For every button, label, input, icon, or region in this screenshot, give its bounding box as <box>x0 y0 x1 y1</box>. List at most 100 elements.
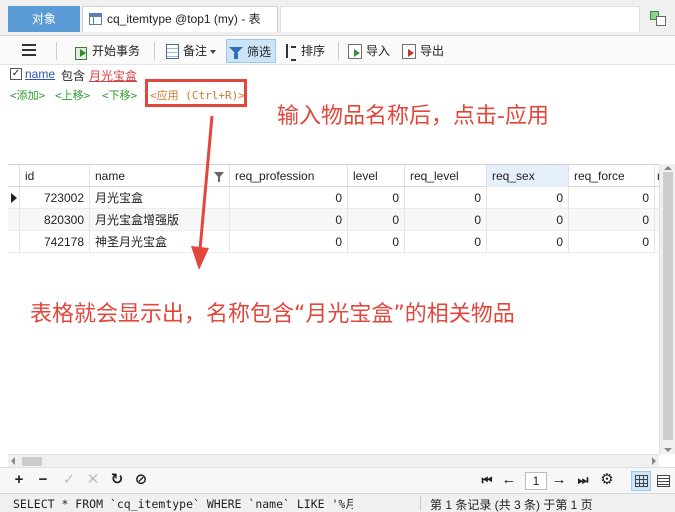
last-page-icon[interactable]: ⏭ <box>574 471 592 489</box>
form-view-button[interactable] <box>653 471 673 491</box>
column-header-id[interactable]: id <box>20 165 90 187</box>
horizontal-scroll-thumb[interactable] <box>22 457 42 466</box>
menu-icon[interactable] <box>22 44 36 56</box>
form-view-icon <box>657 475 670 487</box>
cell-req-profession[interactable]: 0 <box>230 187 348 209</box>
grid-view-icon <box>635 475 648 487</box>
toolbar-divider <box>338 42 339 60</box>
filter-icon <box>229 46 243 60</box>
check-icon[interactable]: ✓ <box>60 471 78 489</box>
cross-icon[interactable]: ✕ <box>84 471 102 489</box>
cell-req-profession[interactable]: 0 <box>230 209 348 231</box>
cell-req-force[interactable]: 0 <box>569 187 655 209</box>
cell-req-level[interactable]: 0 <box>405 209 487 231</box>
status-record-info: 第 1 条记录 (共 3 条) 于第 1 页 <box>430 498 593 512</box>
prev-page-icon[interactable]: ← <box>500 471 518 489</box>
memo-button[interactable]: 备注 <box>166 39 217 63</box>
filter-criteria: ✓ name 包含 月光宝盒 <box>0 65 675 83</box>
row-selector[interactable] <box>8 231 20 253</box>
grid-header: id name req_profession level req_level r… <box>8 165 659 187</box>
annotation-result-hint: 表格就会显示出，名称包含“月光宝盒”的相关物品 <box>30 302 515 327</box>
column-header-level[interactable]: level <box>348 165 405 187</box>
tab-table-label: cq_itemtype @top1 (my) - 表 <box>107 12 261 26</box>
vertical-scrollbar[interactable] <box>659 164 675 454</box>
table-row[interactable]: 820300 月光宝盒增强版 0 0 0 0 0 <box>8 209 659 231</box>
cell-id[interactable]: 723002 <box>20 187 90 209</box>
transaction-icon <box>74 45 88 60</box>
row-header-corner <box>8 165 20 187</box>
filter-field-link[interactable]: name <box>25 67 55 81</box>
toolbar-divider <box>154 42 155 60</box>
filter-enabled-checkbox[interactable]: ✓ <box>10 68 22 80</box>
filter-add-link[interactable]: <添加> <box>10 87 45 103</box>
cell-level[interactable]: 0 <box>348 209 405 231</box>
horizontal-scrollbar[interactable] <box>8 454 659 467</box>
cell-name[interactable]: 月光宝盒 <box>90 187 230 209</box>
import-icon <box>348 44 362 60</box>
cell-req-profession[interactable]: 0 <box>230 231 348 253</box>
filter-value-link[interactable]: 月光宝盒 <box>89 67 137 84</box>
record-toolbar: + − ✓ ✕ ↻ ⊘ ⏮ ← 1 → ⏭ ⚙ <box>0 467 675 493</box>
export-icon <box>402 44 416 60</box>
toolbar-divider <box>56 42 57 60</box>
toolbar: 开始事务 备注 筛选 排序 导入 导出 <box>0 37 675 65</box>
plus-icon[interactable]: + <box>10 471 28 489</box>
column-header-req-profession[interactable]: req_profession <box>230 165 348 187</box>
new-tab-icon[interactable] <box>648 9 668 27</box>
column-header-name[interactable]: name <box>90 165 230 187</box>
row-selector[interactable] <box>8 209 20 231</box>
begin-transaction-button[interactable]: 开始事务 <box>74 39 140 63</box>
page-number-input[interactable]: 1 <box>525 472 547 490</box>
row-selector[interactable] <box>8 187 20 209</box>
column-header-req-sex[interactable]: req_sex <box>487 165 569 187</box>
apply-highlight-box <box>145 79 247 107</box>
table-row[interactable]: 742178 神圣月光宝盒 0 0 0 0 0 <box>8 231 659 253</box>
filter-move-down-link[interactable]: <下移> <box>102 87 137 103</box>
cell-req-sex[interactable]: 0 <box>487 187 569 209</box>
cell-req-sex[interactable]: 0 <box>487 231 569 253</box>
memo-icon <box>166 44 179 60</box>
cell-level[interactable]: 0 <box>348 187 405 209</box>
cell-req-sex[interactable]: 0 <box>487 209 569 231</box>
cell-id[interactable]: 820300 <box>20 209 90 231</box>
scroll-down-icon[interactable] <box>664 448 672 452</box>
filter-move-up-link[interactable]: <上移> <box>55 87 90 103</box>
refresh-icon[interactable]: ↻ <box>108 471 126 489</box>
gear-icon[interactable]: ⚙ <box>598 471 616 489</box>
stop-icon[interactable]: ⊘ <box>132 471 150 489</box>
tab-strip-empty <box>280 6 640 32</box>
filter-operator[interactable]: 包含 <box>61 67 85 84</box>
scroll-left-icon[interactable] <box>11 457 15 465</box>
cell-name[interactable]: 神圣月光宝盒 <box>90 231 230 253</box>
scroll-up-icon[interactable] <box>664 166 672 170</box>
next-page-icon[interactable]: → <box>550 471 568 489</box>
chevron-down-icon[interactable] <box>210 49 217 54</box>
column-header-req-force[interactable]: req_force <box>569 165 655 187</box>
cell-req-force[interactable]: 0 <box>569 209 655 231</box>
cell-req-level[interactable]: 0 <box>405 231 487 253</box>
tab-objects[interactable]: 对象 <box>8 6 80 32</box>
status-sql: SELECT * FROM `cq_itemtype` WHERE `name`… <box>13 497 353 511</box>
cell-id[interactable]: 742178 <box>20 231 90 253</box>
column-header-req-level[interactable]: req_level <box>405 165 487 187</box>
cell-req-level[interactable]: 0 <box>405 187 487 209</box>
minus-icon[interactable]: − <box>34 471 52 489</box>
first-page-icon[interactable]: ⏮ <box>478 471 496 489</box>
import-button[interactable]: 导入 <box>348 39 390 63</box>
tab-bar: 对象 cq_itemtype @top1 (my) - 表 <box>0 0 675 36</box>
grid-view-button[interactable] <box>631 471 651 491</box>
sort-button[interactable]: 排序 <box>283 39 325 63</box>
filter-button[interactable]: 筛选 <box>226 39 277 63</box>
table-icon <box>89 13 102 25</box>
tab-table-cq-itemtype[interactable]: cq_itemtype @top1 (my) - 表 <box>82 6 278 32</box>
cell-name[interactable]: 月光宝盒增强版 <box>90 209 230 231</box>
vertical-scroll-thumb[interactable] <box>663 172 673 440</box>
column-filter-icon <box>214 172 224 182</box>
scroll-right-icon[interactable] <box>652 457 656 465</box>
current-row-icon <box>11 193 17 203</box>
export-button[interactable]: 导出 <box>402 39 444 63</box>
annotation-step-hint: 输入物品名称后，点击-应用 <box>277 104 549 129</box>
table-row[interactable]: 723002 月光宝盒 0 0 0 0 0 <box>8 187 659 209</box>
cell-level[interactable]: 0 <box>348 231 405 253</box>
cell-req-force[interactable]: 0 <box>569 231 655 253</box>
